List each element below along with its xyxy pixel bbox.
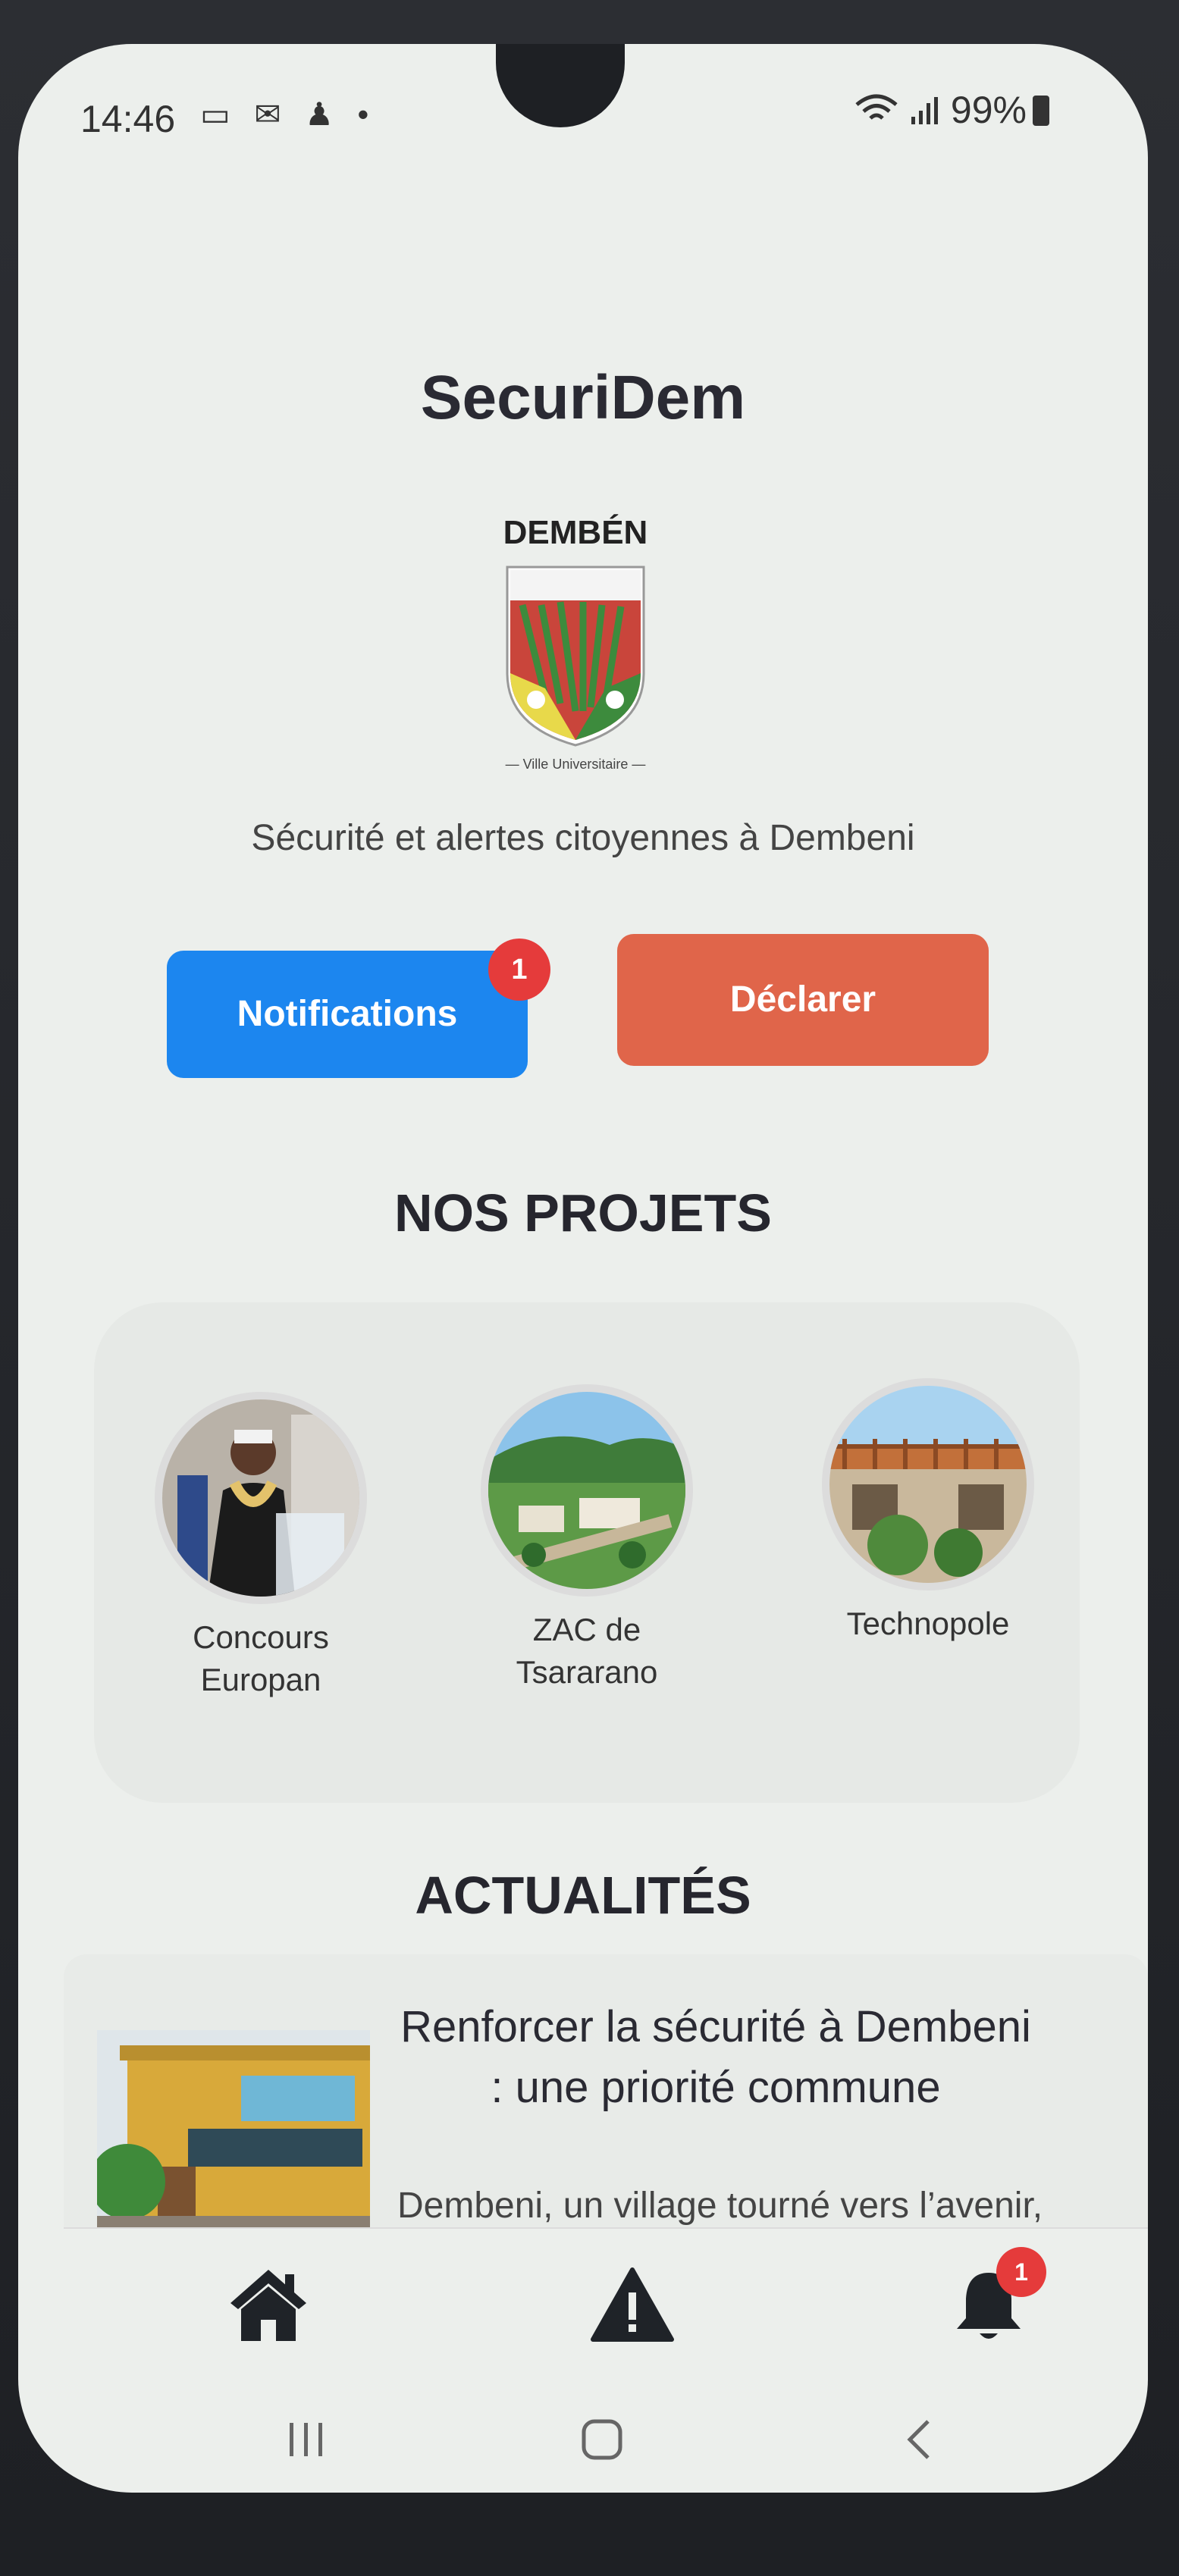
battery-percent: 99% <box>950 89 1027 131</box>
news-heading: ACTUALITÉS <box>415 1866 751 1925</box>
notifications-nav-badge: 1 <box>996 2247 1046 2297</box>
battery-icon <box>1033 96 1049 126</box>
project-item-zac-tsararano[interactable]: ZAC de Tsararano <box>466 1384 708 1694</box>
app-subtitle: Sécurité et alertes citoyennes à Dembeni <box>251 818 915 858</box>
city-logo: DEMBÉN — Ville Universitaire — <box>477 514 674 787</box>
projects-carousel: Concours Europan ZAC de Tsararano Techno… <box>94 1302 1080 1803</box>
recent-apps-icon <box>290 2423 322 2456</box>
project-item-concours-europan[interactable]: Concours Europan <box>140 1392 382 1701</box>
home-circle-icon <box>582 2419 622 2460</box>
project-label: ZAC de Tsararano <box>466 1609 708 1694</box>
home-system-button[interactable] <box>579 2417 625 2472</box>
news-thumbnail <box>97 2030 370 2227</box>
camera-notch <box>496 44 625 127</box>
project-thumbnail <box>822 1378 1034 1590</box>
project-label-line: ZAC de <box>532 1612 641 1647</box>
project-label-line: Technopole <box>846 1606 1010 1641</box>
project-thumbnail <box>155 1392 367 1604</box>
phone-frame: 14:46 ▭ ✉ ♟ • 99% SecuriDem DEMBÉN — Vil… <box>0 0 1179 2576</box>
back-button[interactable] <box>898 2417 943 2472</box>
declare-button[interactable]: Déclarer <box>617 934 989 1066</box>
recent-apps-button[interactable] <box>284 2417 329 2472</box>
news-snippet: Dembeni, un village tourné vers l’avenir… <box>397 2186 1043 2226</box>
notifications-button[interactable]: Notifications <box>167 951 528 1078</box>
logo-wordmark: DEMBÉN <box>503 514 648 551</box>
notifications-badge: 1 <box>488 939 550 1001</box>
screen: 14:46 ▭ ✉ ♟ • 99% SecuriDem DEMBÉN — Vil… <box>18 44 1148 2493</box>
app-title: SecuriDem <box>420 363 746 432</box>
projects-heading: NOS PROJETS <box>394 1183 772 1243</box>
project-label-line: Concours <box>193 1619 329 1655</box>
news-card[interactable]: Renforcer la sécurité à Dembeni : une pr… <box>64 1954 1148 2227</box>
project-label-line: Europan <box>200 1662 321 1697</box>
status-right: 99% <box>854 88 1049 132</box>
warning-icon <box>591 2267 674 2342</box>
coat-of-arms-icon <box>506 566 645 747</box>
project-thumbnail <box>481 1384 693 1597</box>
nav-home[interactable] <box>223 2259 314 2350</box>
project-item-technopole[interactable]: Technopole <box>807 1378 1049 1645</box>
back-icon <box>907 2420 930 2459</box>
system-nav-bar <box>18 2417 1148 2493</box>
home-icon <box>230 2270 306 2341</box>
news-headline: Renforcer la sécurité à Dembeni : une pr… <box>400 2002 1031 2112</box>
project-label: Technopole <box>807 1603 1049 1645</box>
status-time: 14:46 <box>80 98 176 140</box>
signal-icon <box>911 97 939 124</box>
nav-declare-alert[interactable] <box>587 2259 678 2350</box>
wifi-icon <box>855 94 898 120</box>
bottom-nav: 1 <box>64 2227 1148 2380</box>
project-label: Concours Europan <box>140 1616 382 1701</box>
project-label-line: Tsararano <box>516 1654 658 1690</box>
status-notification-icons: ▭ ✉ ♟ • <box>200 96 377 132</box>
logo-tagline: — Ville Universitaire — <box>505 757 646 772</box>
